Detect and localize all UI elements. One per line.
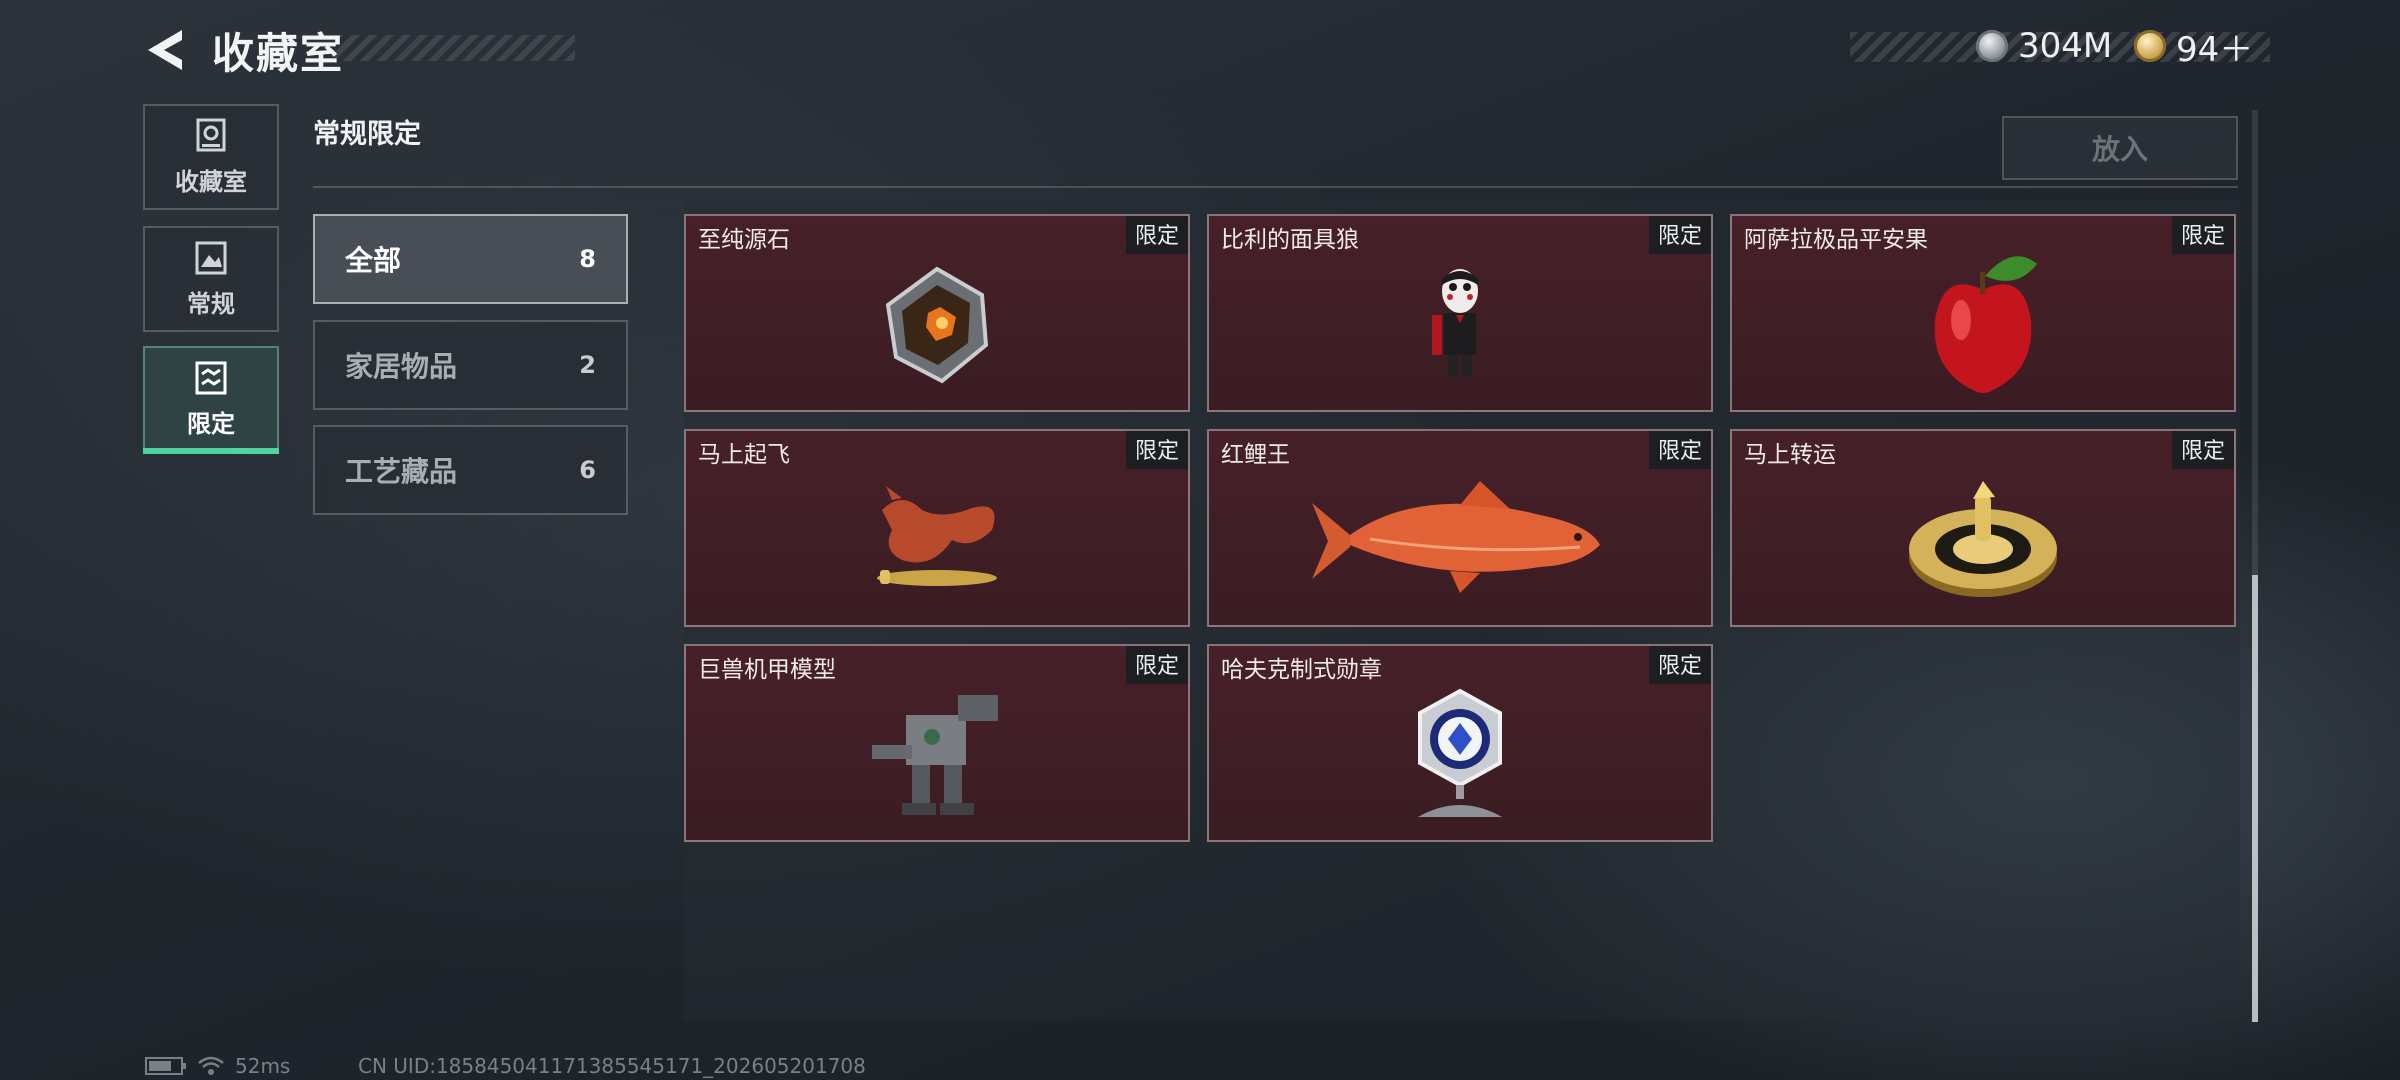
- item-card[interactable]: 至纯源石 限定: [684, 214, 1190, 412]
- gold-coin-icon: [2134, 30, 2166, 62]
- uid-text: CN UID:1858450411713855451​71_2026052017…: [358, 1054, 866, 1078]
- item-name: 马上转运: [1744, 442, 1836, 468]
- item-name: 马上起飞: [698, 442, 790, 468]
- filter-label: 家居物品: [345, 350, 458, 383]
- limited-badge: 限定: [1125, 216, 1188, 254]
- item-name: 巨兽机甲模型: [698, 657, 836, 683]
- limited-badge: 限定: [1125, 646, 1188, 684]
- collection-grid: 至纯源石 限定 比利的面具狼 限定 阿萨拉极品平安果 限定 马上起飞 限定 红鲤…: [684, 214, 2240, 842]
- silver-amount: 304M: [2018, 26, 2113, 66]
- medal-icon: [1209, 670, 1711, 840]
- item-card[interactable]: 巨兽机甲模型 限定: [684, 644, 1190, 842]
- item-card[interactable]: 红鲤王 限定: [1207, 429, 1713, 627]
- nav-item-regular[interactable]: 常规: [143, 226, 279, 332]
- battery-icon: [145, 1057, 186, 1075]
- item-card[interactable]: 马上转运 限定: [1730, 429, 2236, 627]
- currency-gold[interactable]: 94＋: [2134, 24, 2254, 70]
- puppet-figure-icon: [1209, 240, 1711, 410]
- filter-label: 全部: [345, 244, 402, 277]
- status-bar: 52ms: [145, 1054, 290, 1078]
- limited-badge: 限定: [2171, 216, 2234, 254]
- item-card[interactable]: 阿萨拉极品平安果 限定: [1730, 214, 2236, 412]
- gold-amount: 94＋: [2176, 29, 2254, 70]
- horse-sculpture-icon: [686, 455, 1188, 625]
- filter-count: 8: [579, 245, 596, 273]
- nav-item-limited[interactable]: 限定: [143, 346, 279, 452]
- nav-item-label: 限定: [187, 409, 235, 438]
- page-title: 收藏室: [212, 29, 345, 78]
- currency-silver: 304M: [1976, 24, 2112, 68]
- title-decoration: [335, 35, 575, 61]
- gem-icon: [686, 240, 1188, 410]
- item-card[interactable]: 哈夫克制式勋章 限定: [1207, 644, 1713, 842]
- item-name: 至纯源石: [698, 227, 790, 253]
- filter-count: 6: [579, 456, 596, 484]
- nav-item-collection-room[interactable]: 收藏室: [143, 104, 279, 210]
- item-card[interactable]: 比利的面具狼 限定: [1207, 214, 1713, 412]
- limited-icon: [194, 360, 228, 396]
- filter-all[interactable]: 全部 8: [313, 214, 628, 304]
- section-title: 常规限定: [313, 119, 421, 150]
- limited-badge: 限定: [1125, 431, 1188, 469]
- put-in-button[interactable]: 放入: [2002, 116, 2238, 180]
- ping-value: 52ms: [235, 1054, 291, 1078]
- nav-item-label: 常规: [187, 289, 235, 318]
- limited-badge: 限定: [1648, 431, 1711, 469]
- apple-icon: [1732, 240, 2234, 410]
- item-name: 阿萨拉极品平安果: [1744, 227, 1928, 253]
- silver-coin-icon: [1976, 30, 2008, 62]
- filter-count: 2: [579, 351, 596, 379]
- wifi-icon: [198, 1056, 224, 1075]
- filter-household[interactable]: 家居物品 2: [313, 320, 628, 410]
- limited-badge: 限定: [1648, 216, 1711, 254]
- limited-badge: 限定: [1648, 646, 1711, 684]
- mech-model-icon: [686, 670, 1188, 840]
- section-divider: [313, 186, 2238, 188]
- gallery-icon: [194, 240, 228, 276]
- nav-item-label: 收藏室: [175, 167, 247, 196]
- back-button[interactable]: [142, 24, 190, 76]
- item-name: 红鲤王: [1221, 442, 1290, 468]
- filter-crafts[interactable]: 工艺藏品 6: [313, 425, 628, 515]
- item-name: 比利的面具狼: [1221, 227, 1359, 253]
- scrollbar-thumb[interactable]: [2252, 575, 2258, 1022]
- nav-active-indicator: [143, 448, 279, 454]
- back-arrow-icon: [148, 30, 182, 70]
- golden-disc-icon: [1732, 455, 2234, 625]
- limited-badge: 限定: [2171, 431, 2234, 469]
- carp-icon: [1209, 455, 1711, 625]
- item-card[interactable]: 马上起飞 限定: [684, 429, 1190, 627]
- trophy-case-icon: [194, 118, 228, 154]
- item-name: 哈夫克制式勋章: [1221, 657, 1382, 683]
- filter-label: 工艺藏品: [345, 455, 458, 488]
